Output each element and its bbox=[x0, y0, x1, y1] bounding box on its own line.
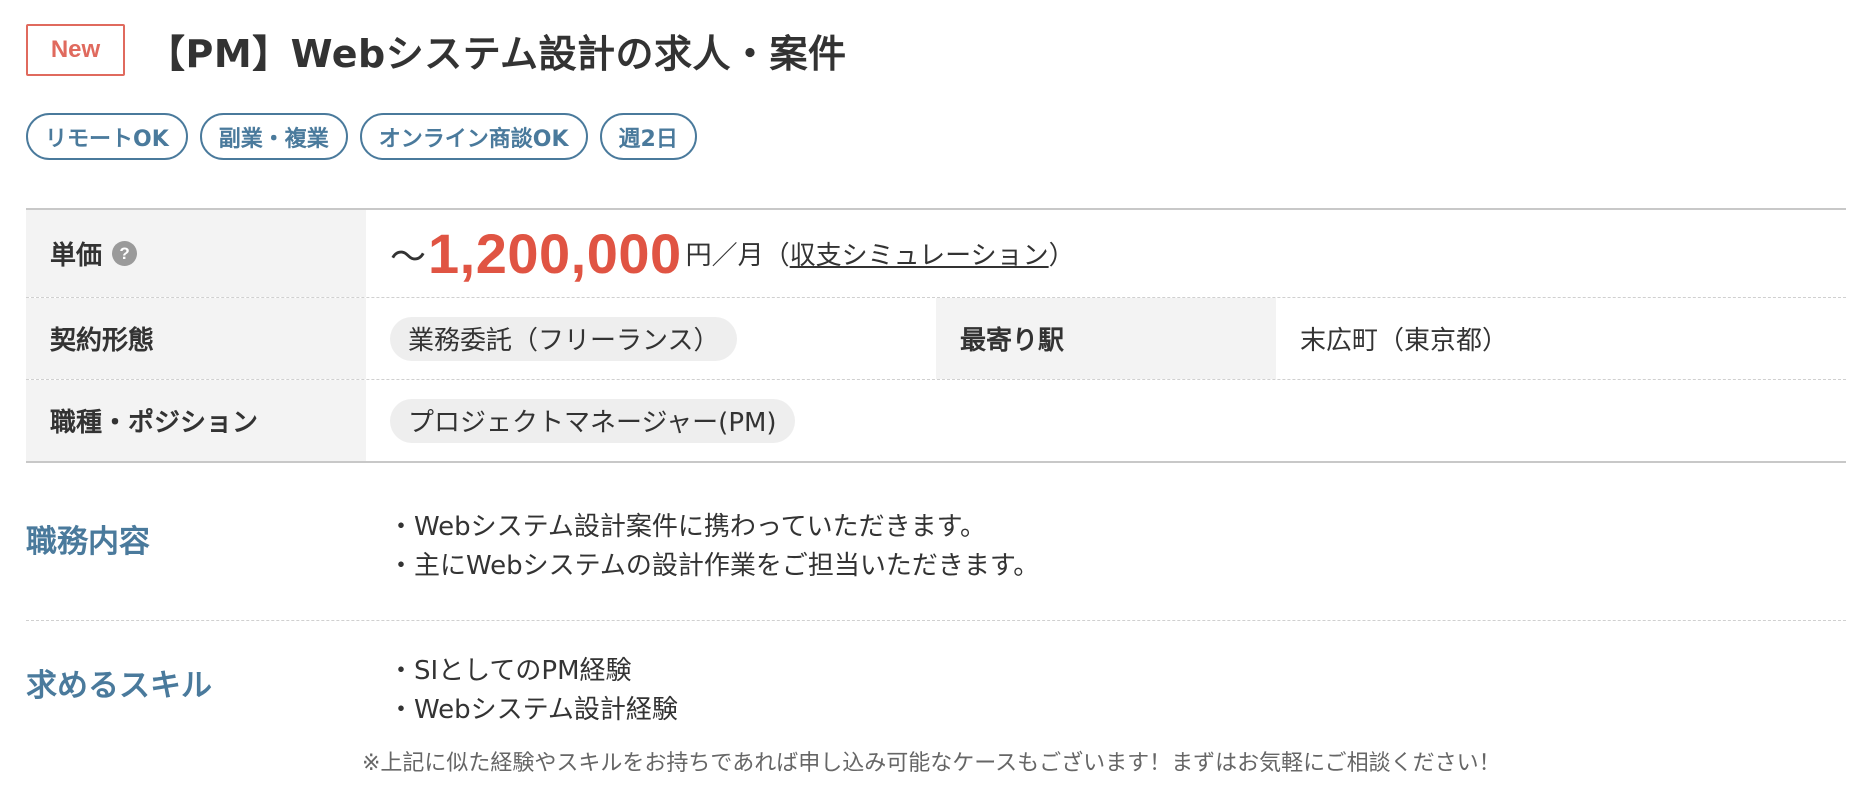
spec-table: 単価 ? 〜 1,200,000 円／月（ 収支シミュレーション ） 契約形態 … bbox=[26, 208, 1846, 463]
tag-days-per-week[interactable]: 週2日 bbox=[599, 113, 697, 160]
duties-section: 職務内容 ・Webシステム設計案件に携わっていただきます。 ・主にWebシステム… bbox=[26, 508, 1846, 586]
skills-section: 求めるスキル ・SIとしてのPM経験 ・Webシステム設計経験 bbox=[26, 652, 1846, 730]
role-value-cell: プロジェクトマネージャー(PM) bbox=[366, 380, 1846, 461]
tag-side-job[interactable]: 副業・複業 bbox=[199, 113, 348, 160]
price-value-cell: 〜 1,200,000 円／月（ 収支シミュレーション ） bbox=[366, 210, 1846, 297]
duties-body: ・Webシステム設計案件に携わっていただきます。 ・主にWebシステムの設計作業… bbox=[388, 508, 1039, 586]
station-value: 末広町（東京都） bbox=[1300, 326, 1509, 356]
price-prefix: 〜 bbox=[390, 236, 427, 278]
duty-item: ・主にWebシステムの設計作業をご担当いただきます。 bbox=[388, 551, 1040, 581]
spec-row-price: 単価 ? 〜 1,200,000 円／月（ 収支シミュレーション ） bbox=[26, 210, 1846, 298]
section-divider bbox=[26, 620, 1846, 621]
job-header: New 【PM】Webシステム設計の求人・案件 bbox=[26, 24, 847, 76]
spec-row-contract: 契約形態 業務委託（フリーランス） 最寄り駅 末広町（東京都） bbox=[26, 298, 1846, 380]
role-pill: プロジェクトマネージャー(PM) bbox=[390, 398, 795, 443]
help-icon[interactable]: ? bbox=[112, 241, 138, 266]
duties-heading: 職務内容 bbox=[26, 524, 150, 560]
tag-online-meeting[interactable]: オンライン商談OK bbox=[359, 113, 588, 160]
tag-list: リモートOK 副業・複業 オンライン商談OK 週2日 bbox=[26, 113, 697, 160]
skills-heading: 求めるスキル bbox=[26, 668, 212, 704]
station-label: 最寄り駅 bbox=[936, 298, 1276, 379]
contract-value-cell: 業務委託（フリーランス） bbox=[366, 298, 936, 379]
skills-note: ※上記に似た経験やスキルをお持ちであれば申し込み可能なケースもございます！まずは… bbox=[362, 751, 1501, 776]
income-simulation-link[interactable]: 収支シミュレーション bbox=[790, 235, 1049, 272]
contract-type-pill: 業務委託（フリーランス） bbox=[390, 316, 738, 361]
duty-item: ・Webシステム設計案件に携わっていただきます。 bbox=[388, 512, 987, 542]
price-unit: 円／月（ bbox=[685, 241, 790, 271]
role-label: 職種・ポジション bbox=[26, 380, 366, 461]
tag-remote[interactable]: リモートOK bbox=[26, 113, 188, 160]
price-suffix: ） bbox=[1048, 241, 1075, 271]
skill-item: ・SIとしてのPM経験 bbox=[388, 656, 632, 686]
contract-label: 契約形態 bbox=[26, 298, 366, 379]
skills-body: ・SIとしてのPM経験 ・Webシステム設計経験 bbox=[388, 652, 678, 730]
skill-item: ・Webシステム設計経験 bbox=[388, 695, 678, 725]
price-amount: 1,200,000 bbox=[428, 222, 682, 285]
new-badge: New bbox=[26, 24, 125, 76]
job-title: 【PM】Webシステム設計の求人・案件 bbox=[147, 31, 847, 76]
price-label-cell: 単価 ? bbox=[26, 210, 366, 297]
price-label: 単価 bbox=[50, 241, 103, 271]
spec-row-role: 職種・ポジション プロジェクトマネージャー(PM) bbox=[26, 380, 1846, 461]
